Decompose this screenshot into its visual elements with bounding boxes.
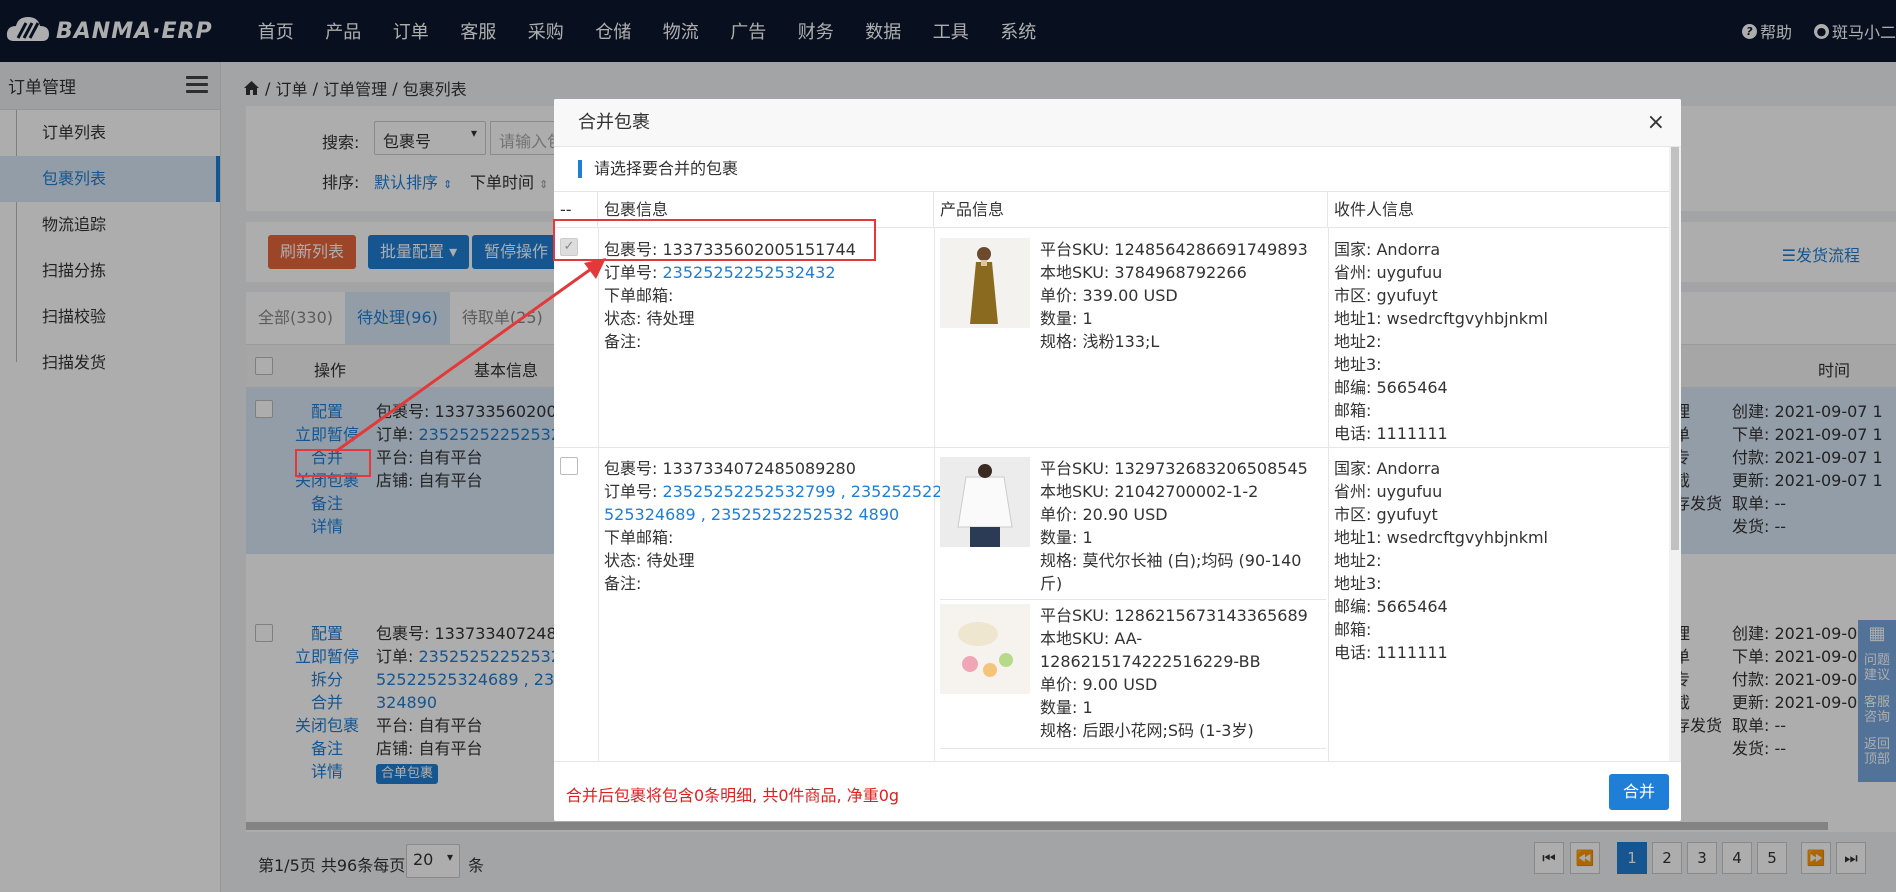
close-icon[interactable]: × [1647,99,1665,147]
recipient-zip: 邮编: 5665464 [1334,378,1448,397]
recipient-info: 国家: Andorra 省州: uygufuu 市区: gyufuyt 地址1:… [1328,457,1548,664]
local-sku: 本地SKU: 21042700002-1-2 [1040,482,1259,501]
recipient-phone: 电话: 1111111 [1334,424,1448,443]
package-status: 状态: 待处理 [604,309,695,328]
unit-price: 单价: 9.00 USD [1040,675,1158,694]
order-link[interactable]: 23525252252532799 [662,482,835,501]
spec: 规格: 浅粉133;L [1040,332,1160,351]
local-sku-cont: 1286215174222516229-BB [1040,652,1261,671]
recipient-city: 市区: gyufuyt [1334,505,1438,524]
spec-cont: 斤) [1040,574,1063,593]
recipient-state: 省州: uygufuu [1334,482,1443,501]
modal-header: 合并包裹 × [554,99,1681,147]
order-email: 下单邮箱: [604,528,674,547]
unit-price: 单价: 339.00 USD [1040,286,1178,305]
package-number: 包裹号: 1337334072485089280 [604,459,856,478]
unit-price: 单价: 20.90 USD [1040,505,1168,524]
annotation-box-merge [295,449,371,477]
recipient-address3: 地址3: [1334,574,1382,593]
platform-sku: 平台SKU: 1248564286691749893 [1040,240,1308,259]
recipient-city: 市区: gyufuyt [1334,286,1438,305]
package-note: 备注: [604,574,642,593]
package-checkbox[interactable] [560,457,578,475]
modal-subtitle-text: 请选择要合并的包裹 [594,159,739,178]
local-sku: 本地SKU: 3784968792266 [1040,263,1247,282]
order-label: 订单号: [604,482,663,501]
order-label: 订单号: [604,263,663,282]
product-image [940,238,1030,328]
spec: 规格: 莫代尔长袖 (白);均码 (90-140 [1040,551,1302,570]
quantity: 数量: 1 [1040,698,1093,717]
recipient-country: 国家: Andorra [1334,459,1441,478]
row-divider [554,447,1669,448]
product-divider [940,748,1326,749]
recipient-email: 邮箱: [1334,401,1372,420]
local-sku: 本地SKU: AA- [1040,629,1143,648]
quantity: 数量: 1 [1040,528,1093,547]
modal-title: 合并包裹 [578,112,650,133]
recipient-country: 国家: Andorra [1334,240,1441,259]
order-link[interactable]: 23525252252532 4890 [711,505,899,524]
annotation-box-package [553,219,876,261]
order-sep: , [695,505,711,524]
product-info: 平台SKU: 1286215673143365689 本地SKU: AA- 12… [1034,604,1308,742]
merge-summary: 合并后包裹将包含0条明细, 共0件商品, 净重0g [566,786,900,805]
recipient-info: 国家: Andorra 省州: uygufuu 市区: gyufuyt 地址1:… [1328,238,1548,445]
product-divider [940,599,1326,600]
recipient-address1: 地址1: wsedrcftgvyhbjnkml [1334,309,1549,328]
recipient-address3: 地址3: [1334,355,1382,374]
spec: 规格: 后跟小花网;S码 (1-3岁) [1040,721,1254,740]
order-link[interactable]: 23525252252532432 [662,263,835,282]
merge-package-modal: 合并包裹 × 请选择要合并的包裹 -- 包裹信息 产品信息 收件人信息 ✓ 包裹… [554,99,1681,821]
product-image [940,457,1030,547]
order-link[interactable]: 525324689 [604,505,696,524]
order-link[interactable]: , 235252522 [836,482,943,501]
recipient-email: 邮箱: [1334,620,1372,639]
recipient-address2: 地址2: [1334,551,1382,570]
quantity: 数量: 1 [1040,309,1093,328]
product-image [940,604,1030,694]
recipient-phone: 电话: 1111111 [1334,643,1448,662]
col-header-recipient: 收件人信息 [1328,192,1669,228]
recipient-zip: 邮编: 5665464 [1334,597,1448,616]
order-email: 下单邮箱: [604,286,674,305]
package-info: 包裹号: 1337334072485089280 订单号: 2352525225… [598,457,942,595]
package-note: 备注: [604,332,642,351]
recipient-address1: 地址1: wsedrcftgvyhbjnkml [1334,528,1549,547]
merge-table: -- 包裹信息 产品信息 收件人信息 ✓ 包裹号: 13373356020051… [554,191,1669,761]
modal-footer: 合并后包裹将包含0条明细, 共0件商品, 净重0g 合并 [554,761,1681,821]
package-status: 状态: 待处理 [604,551,695,570]
platform-sku: 平台SKU: 1286215673143365689 [1040,606,1308,625]
col-header-product: 产品信息 [934,192,1328,228]
product-info: 平台SKU: 1329732683206508545 本地SKU: 210427… [1034,457,1308,595]
platform-sku: 平台SKU: 1329732683206508545 [1040,459,1308,478]
modal-subtitle: 请选择要合并的包裹 [554,147,1681,191]
merge-button[interactable]: 合并 [1608,774,1669,810]
modal-scrollbar[interactable] [1669,147,1681,761]
recipient-state: 省州: uygufuu [1334,263,1443,282]
product-info: 平台SKU: 1248564286691749893 本地SKU: 378496… [1034,238,1308,353]
recipient-address2: 地址2: [1334,332,1382,351]
